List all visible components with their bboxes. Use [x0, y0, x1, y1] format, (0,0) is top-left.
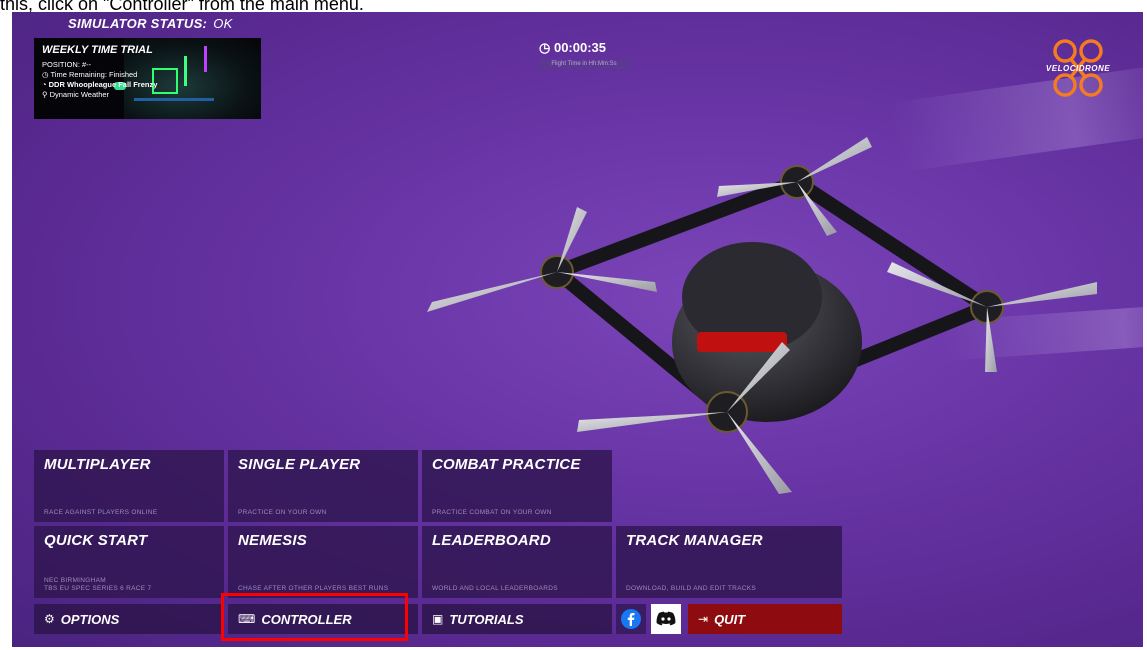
options-label: OPTIONS	[60, 611, 120, 627]
facebook-icon	[621, 609, 641, 629]
nemesis-desc: CHASE AFTER OTHER PLAYERS BEST RUNS	[238, 585, 389, 592]
weekly-time-trial-panel[interactable]: WEEKLY TIME TRIAL POSITION: #-- ◷ Time R…	[34, 38, 261, 119]
options-button[interactable]: ⚙ OPTIONS	[34, 604, 224, 634]
status-label: SIMULATOR STATUS:	[68, 16, 208, 31]
track-light	[204, 46, 207, 72]
combat-practice-tile[interactable]: COMBAT PRACTICE PRACTICE COMBAT ON YOUR …	[422, 450, 612, 522]
location-pin-icon: ⚲	[42, 90, 50, 99]
track-light	[184, 56, 187, 86]
single-player-title: SINGLE PLAYER	[238, 456, 361, 473]
quick-start-tile[interactable]: QUICK START NEC BIRMINGHAM TBS EU SPEC S…	[34, 526, 224, 598]
track-icon: ◔	[42, 80, 49, 89]
game-window: SIMULATOR STATUS: OK WEEKLY TIME TRIAL PO…	[12, 12, 1143, 647]
track-floor	[134, 98, 214, 101]
trial-track-text: DDR Whoopleague Fall Frenzy	[48, 80, 158, 89]
single-player-desc: PRACTICE ON YOUR OWN	[238, 509, 327, 516]
weekly-trial-title: WEEKLY TIME TRIAL	[42, 44, 153, 56]
quick-start-venue: NEC BIRMINGHAM	[44, 577, 106, 584]
timer-subtitle: Flight Time in Hh:Mm:Ss	[539, 59, 629, 69]
clock-icon: ◷	[539, 40, 554, 55]
flight-timer: ◷ 00:00:35 Flight Time in Hh:Mm:Ss	[539, 40, 629, 69]
trial-time-remaining-text: Time Remaining: Finished	[50, 70, 138, 79]
drone-model	[427, 137, 1097, 494]
multiplayer-tile[interactable]: MULTIPLAYER RACE AGAINST PLAYERS ONLINE	[34, 450, 224, 522]
quick-start-event: TBS EU SPEC SERIES 6 RACE 7	[44, 585, 152, 592]
single-player-tile[interactable]: SINGLE PLAYER PRACTICE ON YOUR OWN	[228, 450, 418, 522]
leaderboard-desc: WORLD AND LOCAL LEADERBOARDS	[432, 585, 558, 592]
velocidrone-logo: VELOCIDRONE	[1046, 39, 1110, 97]
tutorials-button[interactable]: ▣ TUTORIALS	[422, 604, 612, 634]
trial-position: POSITION: #--	[42, 60, 92, 69]
track-manager-tile[interactable]: TRACK MANAGER DOWNLOAD, BUILD AND EDIT T…	[616, 526, 842, 598]
quit-label: QUIT	[714, 611, 746, 627]
quick-start-title: QUICK START	[44, 532, 148, 549]
multiplayer-desc: RACE AGAINST PLAYERS ONLINE	[44, 509, 158, 516]
tutorial-icon: ▣	[432, 612, 444, 626]
timer-value: 00:00:35	[553, 40, 607, 55]
trial-weather: ⚲ Dynamic Weather	[42, 90, 109, 99]
nemesis-tile[interactable]: NEMESIS CHASE AFTER OTHER PLAYERS BEST R…	[228, 526, 418, 598]
logo-text: VELOCIDRONE	[1046, 64, 1110, 73]
combat-practice-desc: PRACTICE COMBAT ON YOUR OWN	[432, 509, 552, 516]
quit-button[interactable]: ⇥ QUIT	[688, 604, 842, 634]
track-manager-title: TRACK MANAGER	[626, 532, 763, 549]
leaderboard-tile[interactable]: LEADERBOARD WORLD AND LOCAL LEADERBOARDS	[422, 526, 612, 598]
tutorials-label: TUTORIALS	[449, 611, 524, 627]
facebook-button[interactable]	[616, 604, 646, 634]
multiplayer-title: MULTIPLAYER	[44, 456, 151, 473]
discord-button[interactable]	[651, 604, 681, 634]
trial-weather-text: Dynamic Weather	[49, 90, 110, 99]
simulator-status: SIMULATOR STATUS: OK	[68, 16, 233, 31]
combat-practice-title: COMBAT PRACTICE	[432, 456, 581, 473]
controller-highlight-box	[221, 593, 408, 641]
trial-track: ◔ DDR Whoopleague Fall Frenzy	[42, 80, 157, 89]
gear-icon: ⚙	[44, 612, 55, 626]
trial-time-remaining: ◷ Time Remaining: Finished	[42, 70, 137, 79]
status-value: OK	[213, 16, 233, 31]
exit-icon: ⇥	[698, 612, 709, 626]
leaderboard-title: LEADERBOARD	[432, 532, 551, 549]
discord-icon	[656, 611, 676, 626]
clock-icon: ◷	[42, 70, 51, 79]
nemesis-title: NEMESIS	[238, 532, 307, 549]
track-manager-desc: DOWNLOAD, BUILD AND EDIT TRACKS	[626, 585, 757, 592]
